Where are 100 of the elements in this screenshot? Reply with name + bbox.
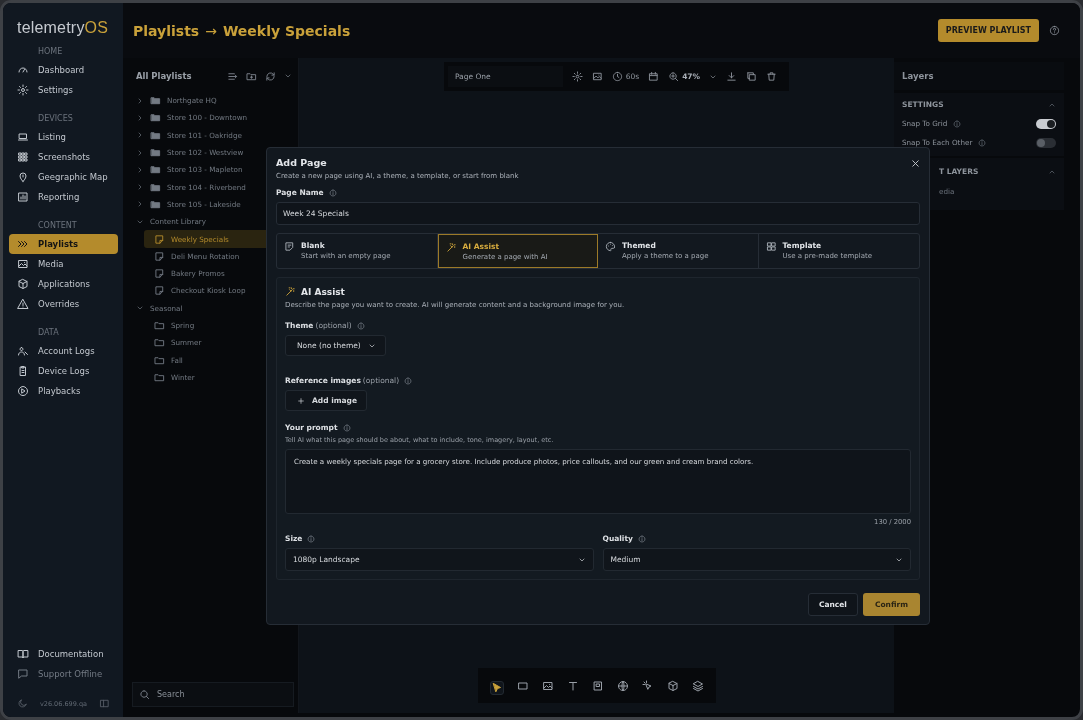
panel-title: All Playlists [136,71,192,81]
folder-icon [154,337,165,349]
chevron-right-icon[interactable] [136,200,144,209]
map-pin-icon [17,171,29,183]
nav-item[interactable]: Settings [9,80,118,100]
settings-icon [17,84,29,96]
nav-section-title: DEVICES [37,113,74,125]
image-icon [17,258,29,270]
folder-icon [150,147,161,159]
nav-item[interactable]: Documentation [9,644,118,664]
layers-icon[interactable] [691,679,704,692]
chevron-right-icon[interactable] [136,148,144,157]
folder-icon [154,371,165,383]
trash-icon[interactable] [766,71,778,82]
user-icon [17,345,29,357]
dialog-title: Add Page [276,157,327,168]
close-icon[interactable] [910,158,921,169]
collapse-list-icon[interactable] [227,70,238,82]
nav-item[interactable]: Reporting [9,187,118,207]
settings-icon[interactable] [571,71,583,82]
sidebar-toggle-icon[interactable] [99,698,110,709]
warning-icon [17,298,29,310]
play-icon [17,385,29,397]
nav-item[interactable]: Applications [9,274,118,294]
folder-icon [150,181,161,193]
nav-item[interactable]: Listing [9,127,118,147]
sync-icon[interactable] [265,70,276,82]
nav-section-title: DATA [37,327,60,339]
download-icon[interactable] [726,71,738,82]
nav-section-title: HOME [37,46,64,58]
pointer-icon[interactable] [489,681,504,695]
search-icon [139,689,150,700]
caret-icon[interactable] [284,72,292,80]
info-icon[interactable] [342,423,351,432]
info-icon[interactable] [404,376,413,385]
zoom-icon[interactable] [668,71,680,82]
book-icon [17,648,29,660]
search-field[interactable]: Search [132,682,294,707]
rectangle-icon[interactable] [516,679,529,692]
cube-icon[interactable] [666,679,679,692]
breadcrumb-item[interactable]: Playlists [133,22,200,39]
image-icon[interactable] [591,71,603,82]
clock-icon[interactable] [611,71,623,82]
plus-icon [297,396,305,405]
folder-icon [150,95,161,107]
chevron-right-icon[interactable] [136,165,144,174]
panel-title: Layers [894,62,1064,90]
breadcrumb-arrow: → [205,22,217,39]
info-icon[interactable] [356,321,365,330]
nav-item[interactable]: Device Logs [9,361,118,381]
letter-t-icon[interactable] [566,679,579,692]
nav-item[interactable]: Screenshots [9,147,118,167]
nav-item[interactable]: Playlists [9,234,118,254]
nav-item[interactable]: Media [9,254,118,274]
preview-playlist-button[interactable]: PREVIEW PLAYLIST [937,19,1039,42]
palette-icon [605,241,616,252]
globe-icon[interactable] [616,679,629,692]
chevron-right-icon[interactable] [136,183,144,192]
folder-icon [150,112,161,124]
magic-wand-icon [445,242,457,253]
grid-icon [17,151,29,163]
info-icon[interactable] [637,534,646,543]
chevron-right-icon[interactable] [136,113,144,122]
note-icon [284,241,295,252]
section-title: AI Assist [301,286,345,297]
nav-item[interactable]: Playbacks [9,381,118,401]
bar-chart-icon [17,191,29,203]
magic-wand-icon [285,286,296,297]
folder-icon [154,354,165,366]
page-icon [154,285,165,297]
toggle-switch[interactable] [1036,137,1056,148]
info-icon[interactable] [978,138,987,147]
brand-logo: telemetryOS [16,19,110,37]
folder-icon [154,320,165,331]
calendar-icon[interactable] [648,71,660,82]
help-icon[interactable] [1049,25,1060,36]
chevron-right-icon[interactable] [136,96,144,105]
page-icon [154,233,165,245]
folder-icon [150,164,161,176]
box-icon [17,278,29,290]
new-folder-icon[interactable] [246,70,257,82]
chevron-right-icon[interactable] [136,131,144,140]
copy-icon[interactable] [746,71,758,82]
moon-icon[interactable] [17,698,28,709]
info-icon[interactable] [953,119,962,128]
nav-item[interactable]: Geegraphic Map [9,167,118,187]
nav-section-title: CONTENT [37,220,78,232]
info-icon[interactable] [328,188,337,197]
nav-item[interactable]: Dashboard [9,60,118,80]
widget-icon[interactable] [591,679,604,692]
folder-icon [150,198,161,210]
breadcrumb-item: Weekly Specials [222,22,351,39]
page-icon [154,268,165,280]
nav-item[interactable]: Overrides [9,294,118,314]
folder-icon [150,129,161,141]
nav-item[interactable]: Account Logs [9,341,118,361]
info-icon[interactable] [307,534,316,543]
toggle-switch[interactable] [1036,118,1056,129]
clipboard-icon [17,365,29,377]
image-icon[interactable] [541,679,554,692]
